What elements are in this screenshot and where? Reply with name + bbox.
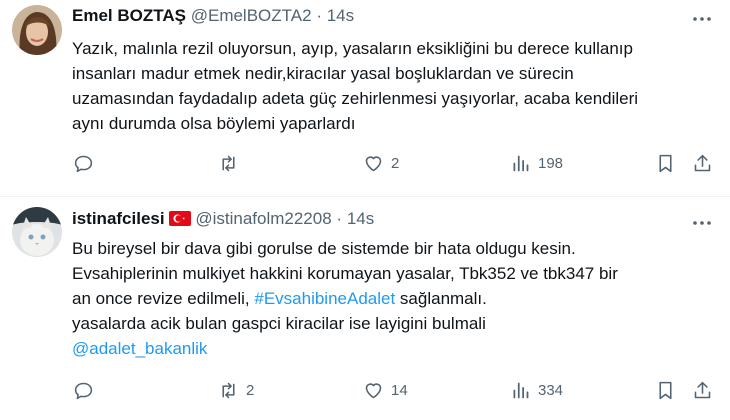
tweet-header: Emel BOZTAŞ @EmelBOZTA2 · 14s [72,6,354,26]
heart-icon [365,382,382,398]
tweet-header: istinafcilesi @istinafolm22208 · 14s [72,209,374,231]
bookmark-button[interactable] [655,375,676,405]
bookmark-icon [659,154,672,172]
like-count: 14 [391,381,408,399]
more-options-icon[interactable] [690,7,714,31]
reply-button[interactable] [73,375,101,405]
tweet-text: Yazık, malınla rezil oluyorsun, ayıp, ya… [72,36,712,136]
tweet-text-line: @adalet_bakanlik [72,336,712,361]
timestamp[interactable]: 14s [327,6,354,25]
avatar[interactable] [12,5,62,55]
repost-icon [222,382,235,398]
bookmark-icon [659,381,672,399]
reply-button[interactable] [73,148,101,178]
timestamp[interactable]: 14s [347,209,374,228]
bookmark-button[interactable] [655,148,676,178]
view-count: 334 [538,381,564,399]
tweet-text: Bu bireysel bir dava gibi gorulse de sis… [72,236,712,361]
tweet-text-line: aynı durumda olsa böylemi yaparlardı [72,114,356,133]
text-segment: sağlanmalı. [395,289,487,308]
separator-dot: · [316,6,322,25]
like-button[interactable]: 2 [363,148,399,178]
repost-button[interactable] [218,148,246,178]
tweet-text-line: an once revize edilmeli, #EvsahibineAdal… [72,286,712,311]
views-button[interactable]: 334 [510,375,563,405]
hashtag-link[interactable]: #EvsahibineAdalet [254,289,395,308]
repost-button[interactable]: 2 [218,375,254,405]
user-handle[interactable]: @EmelBOZTA2 [191,6,312,25]
user-handle[interactable]: @istinafolm22208 [195,209,331,228]
repost-icon [222,155,235,171]
tweet-text-line: yasalarda acik bulan gaspci kiracilar is… [72,314,486,333]
views-button[interactable]: 198 [510,148,563,178]
action-bar: 2 198 [0,148,730,178]
display-name[interactable]: Emel BOZTAŞ [72,6,186,25]
separator-dot: · [336,209,343,228]
reply-icon [74,155,93,172]
tweet-text-line: Yazık, malınla rezil oluyorsun, ayıp, ya… [72,39,633,58]
tweet-text-line: Bu bireysel bir dava gibi gorulse de sis… [72,239,576,258]
share-button[interactable] [692,375,713,405]
view-count: 198 [538,154,564,172]
reply-icon [74,382,93,399]
heart-icon [365,155,382,171]
views-icon [513,382,529,398]
tweet-text-line: Evsahiplerinin mulkiyet hakkini korumaya… [72,264,618,283]
turkey-flag-icon [168,211,191,231]
views-icon [513,155,529,171]
tweet-card[interactable]: istinafcilesi @istinafolm22208 · 14s Bu … [0,197,730,420]
action-bar: 2 14 334 [0,375,730,405]
avatar[interactable] [12,207,62,257]
share-button[interactable] [692,148,713,178]
share-icon [694,381,711,398]
like-button[interactable]: 14 [363,375,408,405]
tweet-text-line: insanları madur etmek nedir,kiracılar ya… [72,64,574,83]
more-options-icon[interactable] [690,211,714,235]
repost-count: 2 [246,381,255,399]
tweet-text-line: uzamasından faydadalıp adeta güç zehirle… [72,89,639,108]
display-name[interactable]: istinafcilesi [72,209,165,228]
share-icon [694,154,711,171]
tweet-card[interactable]: Emel BOZTAŞ @EmelBOZTA2 · 14s Yazık, mal… [0,0,730,197]
text-segment: an once revize edilmeli, [72,289,255,308]
mention-link[interactable]: @adalet_bakanlik [72,339,207,358]
like-count: 2 [391,154,400,172]
